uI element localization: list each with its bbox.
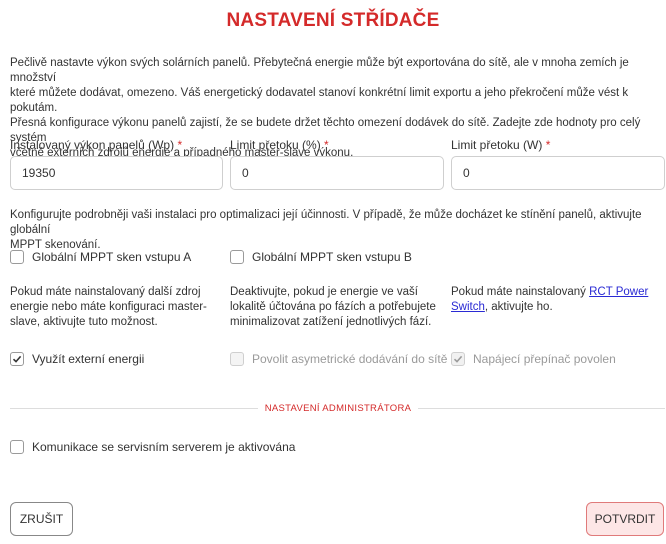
mppt-scan-b-checkbox[interactable]: Globální MPPT sken vstupu B <box>230 250 412 264</box>
asymmetric-feed-checkbox[interactable]: Povolit asymetrické dodávání do sítě <box>230 352 447 366</box>
use-external-energy-checkbox[interactable]: Využít externí energii <box>10 352 144 366</box>
power-switch-enabled-label: Napájecí přepínač povolen <box>473 352 616 366</box>
service-server-checkbox[interactable]: Komunikace se servisním serverem je akti… <box>10 440 295 454</box>
checkbox-box[interactable] <box>10 352 24 366</box>
mppt-scan-a-label: Globální MPPT sken vstupu A <box>32 250 192 264</box>
page-title: NASTAVENÍ STŘÍDAČE <box>226 10 440 31</box>
export-limit-watts-input[interactable]: 0 <box>451 156 665 190</box>
checkbox-box[interactable] <box>230 352 244 366</box>
confirm-button[interactable]: POTVRDIT <box>586 502 664 536</box>
asymmetric-feed-label: Povolit asymetrické dodávání do sítě <box>252 352 448 366</box>
checkmark-icon <box>12 355 22 363</box>
installed-power-label: Instalovaný výkon panelů (Wp) * <box>10 138 183 152</box>
rct-description: Pokud máte nainstalovaný RCT Power Switc… <box>451 286 649 313</box>
use-external-energy-label: Využít externí energii <box>32 352 145 366</box>
service-server-label: Komunikace se servisním serverem je akti… <box>32 440 296 454</box>
rct-power-switch-link[interactable]: RCT Power <box>589 286 648 298</box>
admin-section-title: NASTAVENÍ ADMINISTRÁTORA <box>264 403 412 414</box>
rct-power-switch-link-continued[interactable]: Switch <box>451 301 485 313</box>
installed-power-input[interactable]: 19350 <box>10 156 223 190</box>
external-energy-description: Pokud máte nainstalovaný další zdroj ene… <box>10 286 207 328</box>
checkbox-box[interactable] <box>230 250 244 264</box>
asymmetric-description: Deaktivujte, pokud je energie ve vaší lo… <box>230 286 436 328</box>
divider-right <box>418 408 665 409</box>
checkbox-box[interactable] <box>451 352 465 366</box>
export-limit-percent-input[interactable]: 0 <box>230 156 444 190</box>
divider-left <box>10 408 258 409</box>
cancel-button[interactable]: ZRUŠIT <box>10 502 73 536</box>
export-limit-percent-label: Limit přetoku (%) * <box>230 138 329 152</box>
export-limit-watts-label: Limit přetoku (W) * <box>451 138 551 152</box>
optimize-text: Konfigurujte podrobněji vaši instalaci p… <box>10 209 642 251</box>
checkbox-box[interactable] <box>10 250 24 264</box>
mppt-scan-a-checkbox[interactable]: Globální MPPT sken vstupu A <box>10 250 191 264</box>
checkbox-box[interactable] <box>10 440 24 454</box>
mppt-scan-b-label: Globální MPPT sken vstupu B <box>252 250 412 264</box>
checkmark-icon <box>453 355 463 363</box>
power-switch-enabled-checkbox[interactable]: Napájecí přepínač povolen <box>451 352 616 366</box>
